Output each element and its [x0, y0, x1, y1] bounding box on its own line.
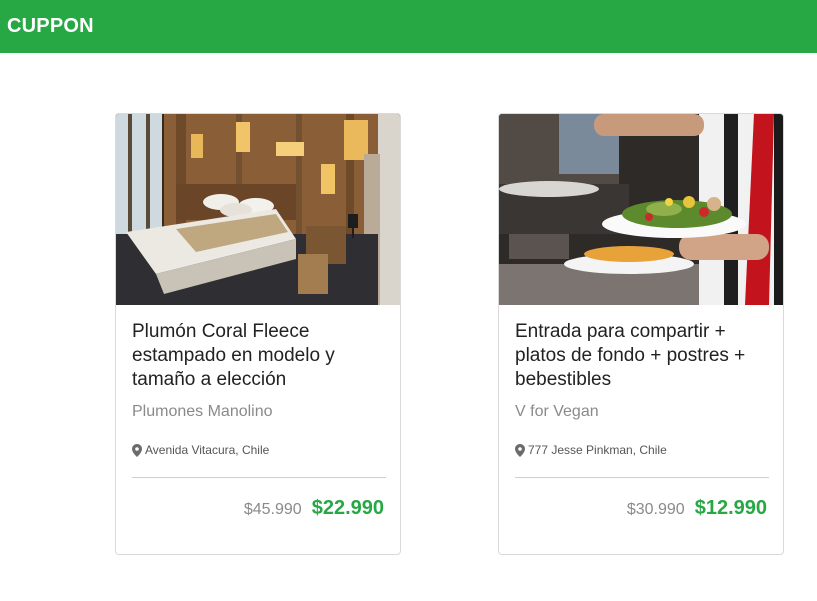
deal-prices: $45.990 $22.990	[244, 497, 384, 520]
deal-prices: $30.990 $12.990	[627, 497, 767, 520]
brand-logo[interactable]: CUPPON	[7, 15, 94, 38]
map-pin-icon	[132, 443, 142, 457]
card-divider	[132, 477, 386, 478]
deal-title[interactable]: Entrada para compartir + platos de fondo…	[515, 320, 773, 392]
deal-image[interactable]	[499, 114, 783, 305]
deal-location-text: 777 Jesse Pinkman, Chile	[528, 443, 667, 457]
deal-vendor: Plumones Manolino	[132, 403, 273, 420]
top-navbar: CUPPON	[0, 0, 817, 53]
deal-card[interactable]: Plumón Coral Fleece estampado en modelo …	[115, 113, 401, 555]
deal-location-text: Avenida Vitacura, Chile	[145, 443, 270, 457]
deal-location: Avenida Vitacura, Chile	[132, 443, 269, 457]
discount-price: $22.990	[311, 497, 384, 519]
deal-card[interactable]: Entrada para compartir + platos de fondo…	[498, 113, 784, 555]
discount-price: $12.990	[694, 497, 767, 519]
card-divider	[515, 477, 769, 478]
original-price: $45.990	[243, 501, 302, 518]
deal-vendor: V for Vegan	[515, 403, 599, 420]
deal-location: 777 Jesse Pinkman, Chile	[515, 443, 667, 457]
deal-title[interactable]: Plumón Coral Fleece estampado en modelo …	[132, 320, 390, 392]
map-pin-icon	[515, 443, 525, 457]
original-price: $30.990	[626, 501, 685, 518]
deal-image[interactable]	[116, 114, 400, 305]
